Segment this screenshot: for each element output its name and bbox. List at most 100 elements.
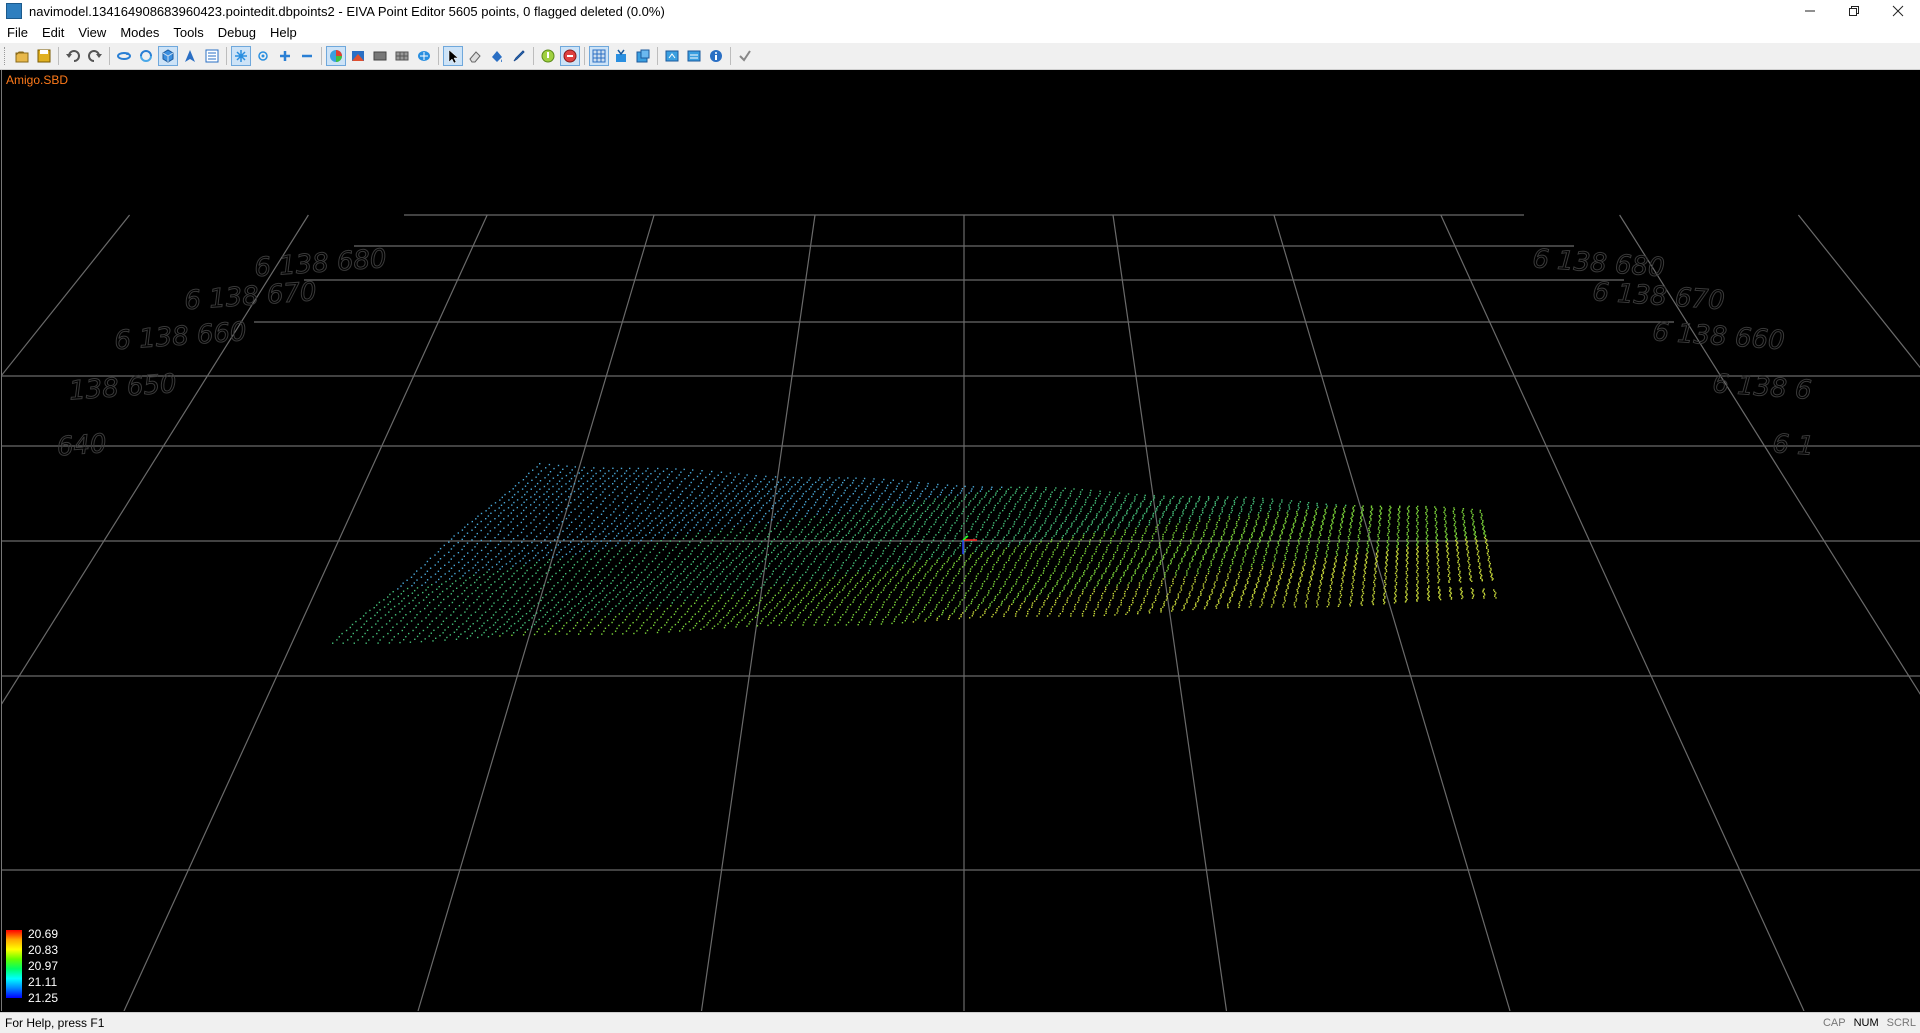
reject-circle-button[interactable]	[560, 46, 580, 66]
refresh-button[interactable]	[136, 46, 156, 66]
surface-icon	[372, 48, 388, 64]
layers-icon	[416, 48, 432, 64]
menu-debug[interactable]: Debug	[211, 22, 263, 43]
status-bar: For Help, press F1 CAP NUM SCRL	[0, 1012, 1920, 1033]
open-icon	[14, 48, 30, 64]
menu-modes[interactable]: Modes	[113, 22, 166, 43]
snowflake-button[interactable]	[231, 46, 251, 66]
legend-color-bar	[6, 930, 22, 998]
menu-edit[interactable]: Edit	[35, 22, 71, 43]
cube-view-button[interactable]	[158, 46, 178, 66]
rotate-view-button[interactable]	[114, 46, 134, 66]
refresh-icon	[138, 48, 154, 64]
scroll-lock-indicator: SCRL	[1883, 1017, 1920, 1029]
minus-icon	[299, 48, 315, 64]
grid-label: 6 138 660	[113, 317, 247, 356]
menu-view[interactable]: View	[71, 22, 113, 43]
legend-value: 20.97	[28, 958, 58, 974]
point-icon	[255, 48, 271, 64]
plus-button[interactable]	[275, 46, 295, 66]
toolbar	[0, 43, 1920, 70]
accept-circle-button[interactable]	[538, 46, 558, 66]
legend-value: 21.25	[28, 990, 58, 1006]
import-icon	[613, 48, 629, 64]
save-icon	[36, 48, 52, 64]
plus-icon	[277, 48, 293, 64]
mesh-icon	[394, 48, 410, 64]
export-data-button[interactable]	[662, 46, 682, 66]
close-icon	[1892, 5, 1904, 17]
export-data-icon	[664, 48, 680, 64]
grid-line	[1798, 215, 1920, 1011]
grid-button[interactable]	[589, 46, 609, 66]
fill-icon	[489, 48, 505, 64]
toolbar-separator	[533, 47, 534, 65]
menu-bar: File Edit View Modes Tools Debug Help	[0, 22, 1920, 43]
app-icon	[6, 3, 22, 19]
eraser-button[interactable]	[465, 46, 485, 66]
toolbar-separator	[657, 47, 658, 65]
color-by-depth-button[interactable]	[326, 46, 346, 66]
restore-button[interactable]	[1832, 0, 1876, 22]
scene-canvas[interactable]: 6 138 6806 138 6706 138 660138 6506406 1…	[2, 70, 1920, 1011]
layer-name: Amigo.SBD	[6, 73, 68, 87]
menu-tools[interactable]: Tools	[166, 22, 210, 43]
status-help-text: For Help, press F1	[0, 1016, 1819, 1030]
list-button[interactable]	[202, 46, 222, 66]
point-cloud	[332, 463, 1497, 644]
close-button[interactable]	[1876, 0, 1920, 22]
toolbar-separator	[58, 47, 59, 65]
window-title: navimodel.134164908683960423.pointedit.d…	[29, 4, 665, 19]
legend-value: 20.69	[28, 926, 58, 942]
list-icon	[204, 48, 220, 64]
grid-line	[1113, 215, 1226, 1011]
grid-label: 640	[56, 429, 108, 462]
import-button[interactable]	[611, 46, 631, 66]
select-arrow-button[interactable]	[443, 46, 463, 66]
toolbar-separator	[321, 47, 322, 65]
title-bar: navimodel.134164908683960423.pointedit.d…	[0, 0, 1920, 22]
window-controls	[1788, 0, 1920, 22]
restore-icon	[1848, 5, 1860, 17]
minus-button[interactable]	[297, 46, 317, 66]
save-button[interactable]	[34, 46, 54, 66]
grid-label: 138 650	[68, 369, 177, 406]
grid-label: 6 138 670	[183, 277, 317, 316]
open-button[interactable]	[12, 46, 32, 66]
layers-button[interactable]	[414, 46, 434, 66]
redo-button[interactable]	[85, 46, 105, 66]
fill-button[interactable]	[487, 46, 507, 66]
checkmark-button[interactable]	[735, 46, 755, 66]
grid-label: 6 1	[1772, 429, 1815, 462]
legend-value: 21.11	[28, 974, 58, 990]
grid-icon	[591, 48, 607, 64]
minimize-button[interactable]	[1788, 0, 1832, 22]
mesh-button[interactable]	[392, 46, 412, 66]
legend-labels: 20.69 20.83 20.97 21.11 21.25	[28, 926, 58, 1006]
legend-value: 20.83	[28, 942, 58, 958]
menu-help[interactable]: Help	[263, 22, 304, 43]
toolbar-grip[interactable]	[4, 47, 8, 65]
menu-file[interactable]: File	[0, 22, 35, 43]
point-button[interactable]	[253, 46, 273, 66]
compare-button[interactable]	[684, 46, 704, 66]
info-button[interactable]	[706, 46, 726, 66]
undo-button[interactable]	[63, 46, 83, 66]
reject-circle-icon	[562, 48, 578, 64]
surface-button[interactable]	[370, 46, 390, 66]
shade-button[interactable]	[348, 46, 368, 66]
north-arrow-button[interactable]	[180, 46, 200, 66]
pen-button[interactable]	[509, 46, 529, 66]
grid-label: 6 138 6	[1712, 369, 1813, 406]
export-icon	[635, 48, 651, 64]
3d-viewport[interactable]: 6 138 6806 138 6706 138 660138 6506406 1…	[1, 70, 1920, 1011]
export-button[interactable]	[633, 46, 653, 66]
minimize-icon	[1804, 5, 1816, 17]
grid-line	[1274, 215, 1510, 1011]
snowflake-icon	[233, 48, 249, 64]
num-lock-indicator: NUM	[1850, 1017, 1883, 1029]
toolbar-separator	[109, 47, 110, 65]
color-by-depth-icon	[328, 48, 344, 64]
grid-label: 6 138 670	[1592, 277, 1726, 316]
redo-icon	[87, 48, 103, 64]
